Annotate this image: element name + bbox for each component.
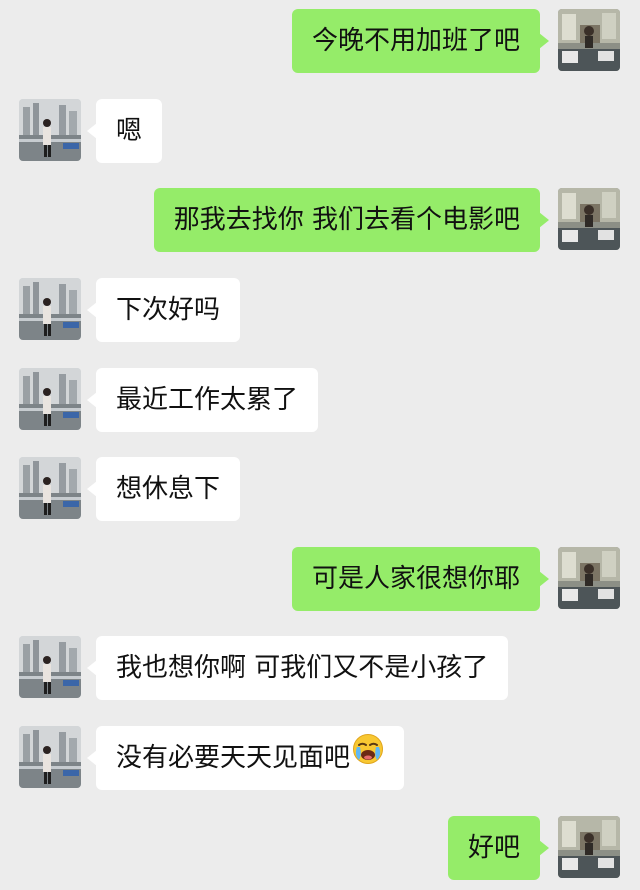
loudly-crying-face-icon bbox=[352, 725, 384, 789]
room-photo-icon bbox=[558, 9, 620, 71]
message-text: 最近工作太累了 bbox=[116, 385, 299, 415]
message-row-incoming: 想休息下 bbox=[0, 457, 640, 521]
room-photo-icon bbox=[558, 188, 620, 250]
message-row-incoming: 嗯 bbox=[0, 99, 640, 163]
message-text: 可是人家很想你耶 bbox=[311, 564, 520, 594]
message-row-incoming: 没有必要天天见面吧 bbox=[0, 726, 640, 790]
message-text: 那我去找你 我们去看个电影吧 bbox=[173, 205, 520, 235]
message-row-outgoing: 可是人家很想你耶 bbox=[0, 547, 640, 611]
message-bubble[interactable]: 好吧 bbox=[447, 816, 550, 880]
message-row-incoming: 最近工作太累了 bbox=[0, 368, 640, 432]
message-text: 没有必要天天见面吧 bbox=[116, 743, 351, 773]
avatar-self[interactable] bbox=[558, 547, 620, 609]
message-row-outgoing: 今晚不用加班了吧 bbox=[0, 9, 640, 73]
city-photo-icon bbox=[19, 99, 81, 161]
avatar-contact[interactable] bbox=[19, 99, 81, 161]
message-text: 我也想你啊 可我们又不是小孩了 bbox=[116, 653, 489, 683]
city-photo-icon bbox=[19, 278, 81, 340]
message-bubble[interactable]: 没有必要天天见面吧 bbox=[86, 725, 405, 790]
message-row-outgoing: 好吧 bbox=[0, 816, 640, 880]
city-photo-icon bbox=[19, 726, 81, 788]
message-row-incoming: 下次好吗 bbox=[0, 278, 640, 342]
avatar-self[interactable] bbox=[558, 9, 620, 71]
message-text: 好吧 bbox=[467, 833, 520, 863]
message-bubble[interactable]: 今晚不用加班了吧 bbox=[291, 9, 550, 73]
avatar-contact[interactable] bbox=[19, 368, 81, 430]
message-bubble[interactable]: 嗯 bbox=[86, 99, 163, 163]
message-text: 想休息下 bbox=[116, 474, 221, 504]
message-text: 下次好吗 bbox=[116, 295, 221, 325]
message-row-outgoing: 那我去找你 我们去看个电影吧 bbox=[0, 188, 640, 252]
room-photo-icon bbox=[558, 816, 620, 878]
message-bubble[interactable]: 下次好吗 bbox=[86, 278, 241, 342]
message-row-incoming: 我也想你啊 可我们又不是小孩了 bbox=[0, 636, 640, 700]
avatar-self[interactable] bbox=[558, 816, 620, 878]
avatar-contact[interactable] bbox=[19, 726, 81, 788]
avatar-self[interactable] bbox=[558, 188, 620, 250]
city-photo-icon bbox=[19, 457, 81, 519]
chat-window: 今晚不用加班了吧 嗯 那我去找你 我们去看个电影吧 下次好吗 最近工作太累了 想… bbox=[0, 0, 640, 890]
avatar-contact[interactable] bbox=[19, 636, 81, 698]
message-bubble[interactable]: 可是人家很想你耶 bbox=[291, 547, 550, 611]
message-bubble[interactable]: 最近工作太累了 bbox=[86, 368, 319, 432]
message-text: 嗯 bbox=[116, 116, 143, 146]
room-photo-icon bbox=[558, 547, 620, 609]
message-text: 今晚不用加班了吧 bbox=[311, 26, 520, 56]
message-bubble[interactable]: 我也想你啊 可我们又不是小孩了 bbox=[86, 636, 509, 700]
avatar-contact[interactable] bbox=[19, 457, 81, 519]
message-bubble[interactable]: 想休息下 bbox=[86, 457, 241, 521]
city-photo-icon bbox=[19, 368, 81, 430]
avatar-contact[interactable] bbox=[19, 278, 81, 340]
city-photo-icon bbox=[19, 636, 81, 698]
message-bubble[interactable]: 那我去找你 我们去看个电影吧 bbox=[153, 188, 550, 252]
